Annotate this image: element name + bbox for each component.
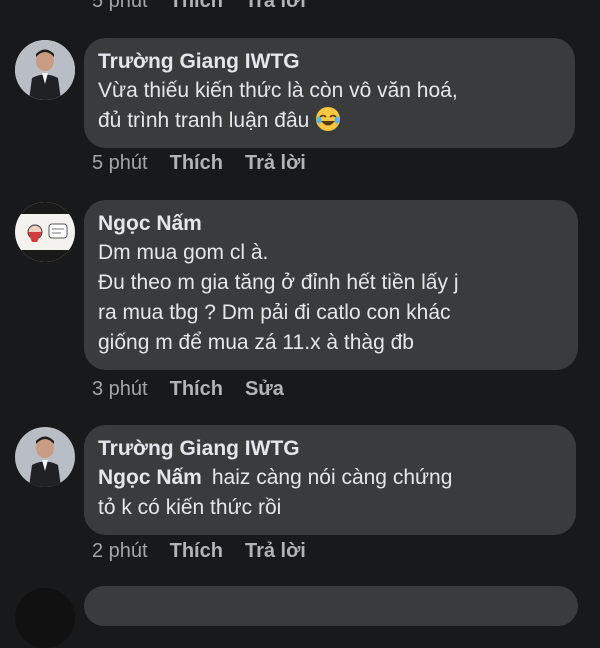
- avatar[interactable]: [15, 40, 75, 100]
- comment-text: Ngọc Nấm haiz càng nói càng chứng tỏ k có…: [98, 463, 560, 523]
- comment-text: Vừa thiếu kiến thức là còn vô văn hoá, đ…: [98, 76, 559, 141]
- comment-meta-row: 2 phút Thích Trả lời: [92, 540, 306, 563]
- comment-text-line-last: đủ trình tranh luận đâu: [98, 106, 559, 141]
- avatar[interactable]: [15, 427, 75, 487]
- reply-button[interactable]: Trả lời: [245, 0, 306, 13]
- comment-author[interactable]: Trường Giang IWTG: [98, 48, 559, 76]
- avatar[interactable]: [15, 202, 75, 262]
- comment-author[interactable]: Trường Giang IWTG: [98, 435, 560, 463]
- comment-meta-row: 5 phút Thích Trả lời: [92, 152, 306, 175]
- comment-text-line-first: Ngọc Nấm haiz càng nói càng chứng: [98, 463, 560, 493]
- reply-button[interactable]: Trả lời: [245, 152, 306, 175]
- mention-link[interactable]: Ngọc Nấm: [98, 466, 202, 489]
- comment-text-line: haiz càng nói càng chứng: [211, 466, 453, 489]
- comment-author[interactable]: Ngọc Nấm: [98, 210, 562, 238]
- comment-text-line: Dm mua gom cl à.: [98, 241, 269, 264]
- timestamp: 5 phút: [92, 0, 148, 12]
- like-button[interactable]: Thích: [170, 540, 223, 563]
- edit-button[interactable]: Sửa: [245, 378, 284, 401]
- timestamp: 2 phút: [92, 540, 148, 562]
- comment-bubble: Trường Giang IWTG Ngọc Nấm haiz càng nói …: [84, 425, 576, 535]
- comment-bubble: Ngọc Nấm Dm mua gom cl à. Đu theo m gia …: [84, 200, 578, 370]
- comment-meta-row-top: 5 phút Thích Trả lời: [92, 0, 306, 13]
- comment-meta-row: 3 phút Thích Sửa: [92, 378, 284, 401]
- comment-text-line: Đu theo m gia tăng ở đỉnh hết tiền lấy j: [98, 271, 459, 294]
- comment-bubble: Trường Giang IWTG Vừa thiếu kiến thức là…: [84, 38, 575, 148]
- comment-text-line: giống m để mua zá 11.x à thàg đb: [98, 331, 414, 354]
- comment-text-line: đủ trình tranh luận đâu: [98, 109, 310, 132]
- avatar[interactable]: [15, 588, 75, 648]
- comment-text-line: ra mua tbg ? Dm pải đi catlo con khác: [98, 301, 451, 324]
- timestamp: 5 phút: [92, 152, 148, 174]
- comment-text-line: Vừa thiếu kiến thức là còn vô văn hoá,: [98, 79, 458, 102]
- comment-bubble-partial: [84, 586, 578, 626]
- like-button[interactable]: Thích: [170, 378, 223, 401]
- laughing-tears-emoji-icon: [315, 106, 341, 141]
- like-button[interactable]: Thích: [170, 0, 223, 13]
- comment-text: Dm mua gom cl à. Đu theo m gia tăng ở đỉ…: [98, 238, 562, 358]
- comment-text-line: tỏ k có kiến thức rồi: [98, 496, 282, 519]
- reply-button[interactable]: Trả lời: [245, 540, 306, 563]
- like-button[interactable]: Thích: [170, 152, 223, 175]
- timestamp: 3 phút: [92, 378, 148, 400]
